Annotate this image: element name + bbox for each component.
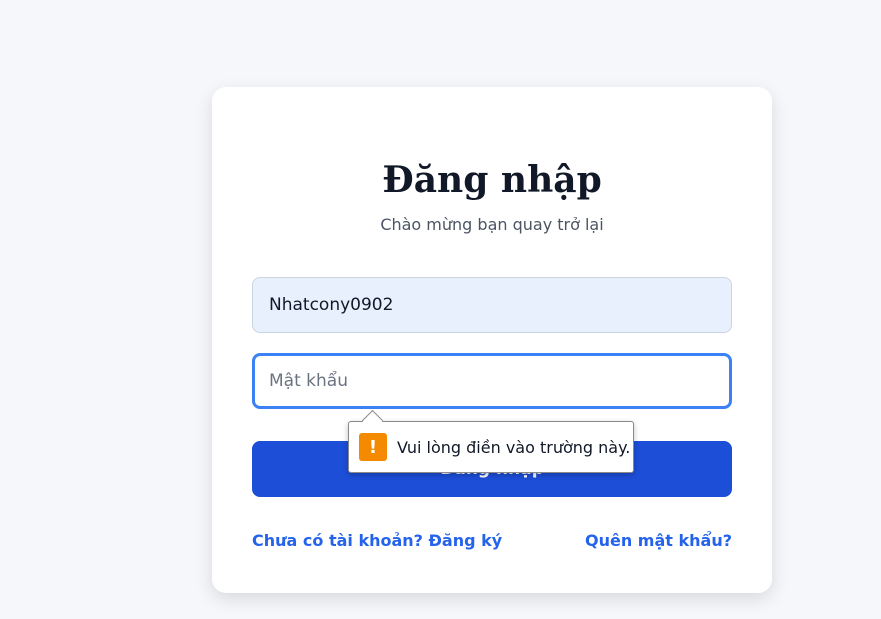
register-link[interactable]: Chưa có tài khoản? Đăng ký	[252, 531, 502, 550]
forgot-password-link[interactable]: Quên mật khẩu?	[585, 531, 732, 550]
page-subtitle: Chào mừng bạn quay trở lại	[380, 215, 604, 234]
validation-message: Vui lòng điền vào trường này.	[397, 437, 631, 457]
warning-icon: !	[359, 433, 387, 461]
password-input[interactable]	[252, 353, 732, 409]
page-title: Đăng nhập	[382, 159, 602, 201]
username-input[interactable]	[252, 277, 732, 333]
login-card: Đăng nhập Chào mừng bạn quay trở lại Đăn…	[212, 87, 772, 593]
validation-tooltip: ! Vui lòng điền vào trường này.	[348, 421, 634, 473]
